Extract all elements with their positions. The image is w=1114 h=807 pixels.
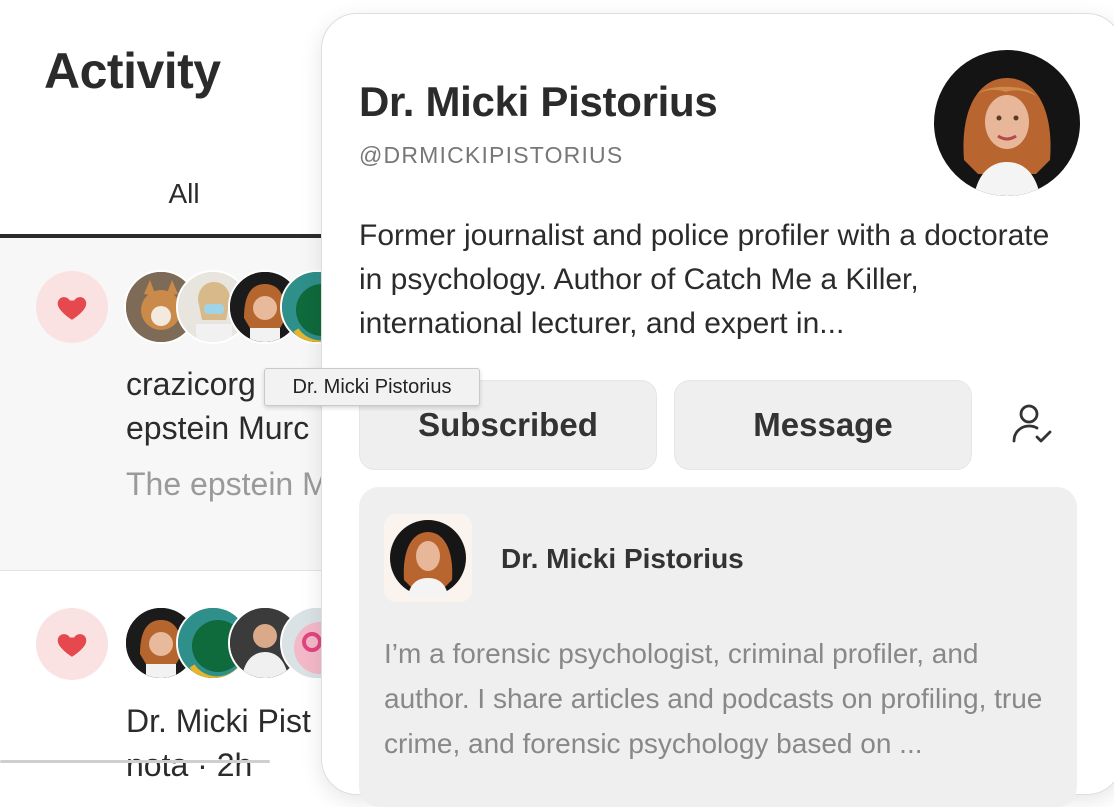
activity-text-line2: epstein Murc (126, 410, 310, 446)
activity-preview: The epstein M (126, 466, 329, 502)
publication-description: I’m a forensic psychologist, criminal pr… (384, 638, 1043, 759)
profile-bio: Former journalist and police profiler wi… (359, 219, 1050, 340)
name-tooltip: Dr. Micki Pistorius (264, 368, 480, 406)
message-button[interactable]: Message (674, 380, 972, 470)
publication-name: Dr. Micki Pistorius (501, 543, 744, 574)
heart-icon (36, 271, 108, 343)
profile-handle: @DRMICKIPISTORIUS (359, 142, 624, 168)
tab-all[interactable]: All (0, 178, 368, 234)
activity-text-line1: Dr. Micki Pist (126, 703, 311, 739)
publication-card[interactable]: Dr. Micki Pistorius I’m a forensic psych… (359, 487, 1077, 807)
person-check-icon[interactable] (1004, 396, 1060, 452)
activity-text-line1: crazicorg (126, 366, 256, 402)
profile-name[interactable]: Dr. Micki Pistorius (359, 78, 718, 126)
activity-item[interactable]: Dr. Micki Pist nota · 2h (0, 571, 354, 783)
activity-text-line2: nota · 2h (126, 747, 253, 783)
publication-logo (384, 514, 472, 602)
heart-icon (36, 608, 108, 680)
horizontal-scrollbar[interactable] (0, 760, 270, 763)
profile-avatar[interactable] (934, 50, 1080, 196)
page-title: Activity (44, 43, 221, 99)
tab-all-label: All (168, 178, 200, 209)
